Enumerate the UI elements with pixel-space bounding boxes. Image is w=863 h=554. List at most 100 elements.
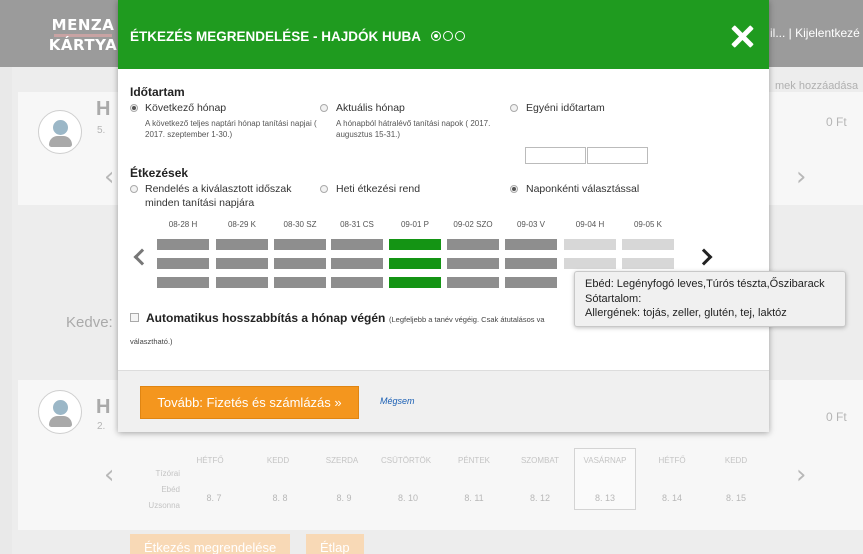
meal-slot[interactable] [331,258,383,269]
avatar-icon [38,390,82,434]
all-days-label[interactable]: Rendelés a kiválasztott időszak [145,183,292,195]
order-meals-button[interactable]: Étkezés megrendelése [130,534,291,554]
discount-label: Kedve: [66,314,113,331]
meal-slot-selected[interactable] [389,239,441,250]
daily-choice-label[interactable]: Naponkénti választással [526,183,639,195]
day-label: 09-02 SZO [453,220,493,229]
card2-name: H [96,396,111,418]
custom-period-label[interactable]: Egyéni időtartam [526,102,605,114]
menu-button[interactable]: Étlap [306,534,364,554]
meal-slot[interactable] [505,239,557,250]
meal-slot[interactable] [157,277,209,288]
meal-slot[interactable] [157,258,209,269]
step-dot-active [431,31,441,41]
date-label: 8. 15 [725,493,747,503]
meal-slot[interactable] [274,239,326,250]
weekday-label: SZERDA [325,456,359,465]
meal-slot-disabled [564,258,616,269]
radio-weekly-plan[interactable] [320,185,328,193]
meal-slot[interactable] [331,277,383,288]
current-month-label[interactable]: Aktuális hónap [336,102,405,114]
date-label: 8. 13 [594,493,616,503]
meal-slot[interactable] [505,277,557,288]
day-label: 08-29 K [227,220,257,229]
day-label: 08-28 H [168,220,198,229]
auto-extend-label[interactable]: Automatikus hosszabbítás a hónap végén [146,311,385,325]
step-dot [443,31,453,41]
close-icon[interactable] [729,23,755,49]
meal-slot[interactable] [157,239,209,250]
weekday-label: CSÜTÖRTÖK [380,456,432,465]
row-label: Uzsonna [148,501,180,510]
logo-line1: MENZA [51,16,115,34]
menza-logo[interactable]: MENZA KÁRTYA [48,18,118,53]
meal-slot-disabled [622,239,674,250]
order-modal: ÉTKEZÉS MEGRENDELÉSE - HAJDÓK HUBA [118,0,769,432]
meal-slot[interactable] [216,258,268,269]
row-label: Ebéd [161,485,180,494]
radio-custom-period[interactable] [510,104,518,112]
meal-slot[interactable] [274,258,326,269]
radio-next-month[interactable] [130,104,138,112]
meals-title: Étkezések [130,166,189,180]
chevron-left-icon[interactable]: ‹ [104,162,114,192]
day-label: 08-31 CS [340,220,374,229]
card1-name: H [96,98,111,120]
weekday-label: VASÁRNAP [583,456,627,465]
meal-slot[interactable] [447,239,499,250]
step-indicator [431,31,465,41]
meal-slot[interactable] [216,277,268,288]
current-month-desc: A hónapból hátralévő tanítási napok ( 20… [336,119,491,139]
radio-current-month[interactable] [320,104,328,112]
next-payment-button[interactable]: Tovább: Fizetés és számlázás » [140,386,359,419]
radio-all-days[interactable] [130,185,138,193]
card2-sub: 2. [97,421,106,432]
next-month-label[interactable]: Következő hónap [145,102,226,114]
meal-slot[interactable] [331,239,383,250]
tooltip-salt: Sótartalom: [585,292,642,305]
tooltip-lunch: Ebéd: Legényfogó leves,Túrós tészta,Őszi… [585,278,825,290]
day-label: 09-05 K [633,220,663,229]
date-from-input[interactable] [525,147,586,164]
weekly-plan-label[interactable]: Heti étkezési rend [336,183,420,195]
chevron-right-icon[interactable]: › [796,162,806,192]
tooltip-allergens: Allergének: tojás, zeller, glutén, tej, … [585,307,787,319]
meal-slot-selected[interactable] [389,258,441,269]
date-label: 8. 8 [272,493,288,503]
header-user-links[interactable]: il... | Kijelentkezé [770,26,860,40]
radio-daily-choice[interactable] [510,185,518,193]
day-label: 09-01 P [400,220,430,229]
add-child-link[interactable]: mek hozzáadása [775,80,858,92]
logo-line2: KÁRTYA [48,36,118,54]
meal-slot-selected[interactable] [389,277,441,288]
date-label: 8. 12 [529,493,551,503]
date-label: 8. 14 [661,493,683,503]
meal-slot[interactable] [505,258,557,269]
modal-title: ÉTKEZÉS MEGRENDELÉSE - HAJDÓK HUBA [130,29,422,44]
weekday-label: HÉTFŐ [196,456,224,465]
auto-extend-checkbox[interactable] [130,313,139,322]
meal-slot[interactable] [447,277,499,288]
day-label: 09-03 V [516,220,546,229]
meal-slot[interactable] [274,277,326,288]
modal-header: ÉTKEZÉS MEGRENDELÉSE - HAJDÓK HUBA [118,0,769,69]
step-dot [455,31,465,41]
cancel-link[interactable]: Mégsem [380,396,415,406]
date-to-input[interactable] [587,147,648,164]
meal-tooltip: Ebéd: Legényfogó leves,Túrós tészta,Őszi… [574,271,846,327]
day-label: 09-04 H [575,220,605,229]
chevron-left-icon[interactable]: ‹ [104,460,114,490]
auto-extend-note: (Legfeljebb a tanév végéig. Csak átutalá… [389,315,545,324]
auto-extend-note-2: választható.) [130,337,173,346]
chevron-right-icon[interactable]: › [796,460,806,490]
meal-slot[interactable] [447,258,499,269]
all-days-label-2[interactable]: minden tanítási napjára [145,197,254,209]
duration-title: Időtartam [130,85,185,99]
meal-slot-disabled [564,239,616,250]
meal-slot[interactable] [216,239,268,250]
meal-slot-disabled [622,258,674,269]
day-label: 08-30 SZ [283,220,317,229]
weekday-label: PÉNTEK [457,456,490,465]
next-month-desc: A következő teljes naptári hónap tanítás… [145,119,317,139]
date-label: 8. 9 [336,493,352,503]
